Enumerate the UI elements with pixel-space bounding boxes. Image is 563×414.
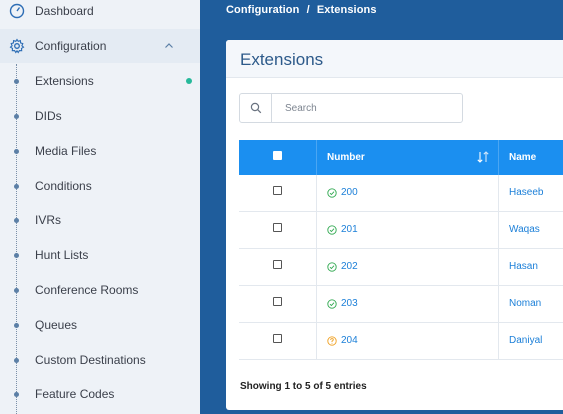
cell-divider [498,323,499,360]
bullet-icon [14,217,19,223]
bullet-icon [14,148,19,154]
sidebar-item-label: Configuration [35,39,107,53]
cell-divider [316,249,317,286]
extensions-card: Extensions Number Name [226,40,563,410]
sidebar-item-queues[interactable]: Queues [0,308,200,342]
dashboard-icon [9,3,25,19]
extension-number[interactable]: 204 [327,335,358,346]
cell-divider [498,286,499,323]
bullet-icon [14,322,19,328]
bullet-icon [14,113,19,119]
cell-divider [316,175,317,212]
bullet-icon [14,78,19,84]
sidebar-item-conference-rooms[interactable]: Conference Rooms [0,273,200,307]
row-checkbox[interactable] [273,260,282,269]
check-circle-icon [327,261,337,272]
select-all-checkbox[interactable] [273,151,282,160]
sidebar-item-label: IVRs [35,213,62,227]
table-header: Number Name [239,140,563,175]
table-row[interactable]: 200 Haseeb [239,175,563,212]
check-circle-icon [327,224,337,235]
search-input[interactable] [273,94,461,122]
cell-divider [316,286,317,323]
sidebar-item-label: Dashboard [35,4,94,18]
extension-name[interactable]: Daniyal [509,335,542,346]
breadcrumb: Configuration / Extensions [226,4,377,16]
gear-icon [9,38,25,54]
card-header: Extensions [226,40,563,78]
sort-icon[interactable] [476,150,490,164]
sidebar-item-label: DIDs [35,109,62,123]
sidebar-item-configuration[interactable]: Configuration [0,29,200,63]
row-checkbox[interactable] [273,223,282,232]
cell-divider [498,249,499,286]
cell-divider [316,212,317,249]
row-checkbox[interactable] [273,186,282,195]
chevron-up-icon[interactable] [163,40,175,52]
extension-number-text: 204 [341,335,358,346]
sidebar-item-custom-destinations[interactable]: Custom Destinations [0,343,200,377]
table-row[interactable]: 203 Noman [239,286,563,323]
active-indicator [186,78,192,84]
check-circle-icon [327,187,337,198]
cell-divider [498,175,499,212]
extension-name[interactable]: Hasan [509,261,538,272]
cell-divider [498,212,499,249]
sidebar: Dashboard Configuration Extensions DIDs … [0,0,200,414]
extension-number-text: 201 [341,224,358,235]
sidebar-item-extensions[interactable]: Extensions [0,64,200,98]
sidebar-item-hunt-lists[interactable]: Hunt Lists [0,238,200,272]
column-divider [498,140,499,175]
search-icon[interactable] [240,94,272,122]
table-info: Showing 1 to 5 of 5 entries [240,381,367,392]
sidebar-item-label: Hunt Lists [35,248,89,262]
sidebar-item-label: Custom Destinations [35,353,146,367]
table-row[interactable]: 204 Daniyal [239,323,563,360]
bullet-icon [14,252,19,258]
table-row[interactable]: 201 Waqas [239,212,563,249]
bullet-icon [14,287,19,293]
extension-number[interactable]: 200 [327,187,358,198]
sidebar-item-dashboard[interactable]: Dashboard [0,0,200,28]
sidebar-item-media-files[interactable]: Media Files [0,134,200,168]
check-circle-icon [327,298,337,309]
cell-divider [316,323,317,360]
sidebar-item-label: Conference Rooms [35,283,139,297]
sidebar-item-feature-codes[interactable]: Feature Codes [0,377,200,411]
sidebar-item-label: Extensions [35,74,94,88]
extension-number[interactable]: 202 [327,261,358,272]
extension-number[interactable]: 201 [327,224,358,235]
extension-name[interactable]: Waqas [509,224,540,235]
extension-number-text: 202 [341,261,358,272]
sidebar-item-label: Media Files [35,144,97,158]
sidebar-item-label: Feature Codes [35,387,115,401]
bullet-icon [14,391,19,397]
question-circle-icon [327,335,337,346]
sidebar-item-conditions[interactable]: Conditions [0,169,200,203]
extension-number-text: 200 [341,187,358,198]
extension-name[interactable]: Haseeb [509,187,543,198]
page-title: Extensions [240,50,324,69]
sidebar-item-label: Queues [35,318,78,332]
breadcrumb-root[interactable]: Configuration [226,4,299,16]
bullet-icon [14,183,19,189]
row-checkbox[interactable] [273,297,282,306]
column-header-number[interactable]: Number [327,152,365,163]
breadcrumb-current: Extensions [316,4,377,16]
breadcrumb-separator: / [306,4,310,16]
column-divider [316,140,317,175]
extension-name[interactable]: Noman [509,298,541,309]
extension-number[interactable]: 203 [327,298,358,309]
search-box [239,93,463,123]
sidebar-item-dids[interactable]: DIDs [0,99,200,133]
column-header-name[interactable]: Name [509,152,536,163]
extension-number-text: 203 [341,298,358,309]
sidebar-item-label: Conditions [35,179,92,193]
bullet-icon [14,357,19,363]
row-checkbox[interactable] [273,334,282,343]
table-row[interactable]: 202 Hasan [239,249,563,286]
sidebar-item-ivrs[interactable]: IVRs [0,203,200,237]
